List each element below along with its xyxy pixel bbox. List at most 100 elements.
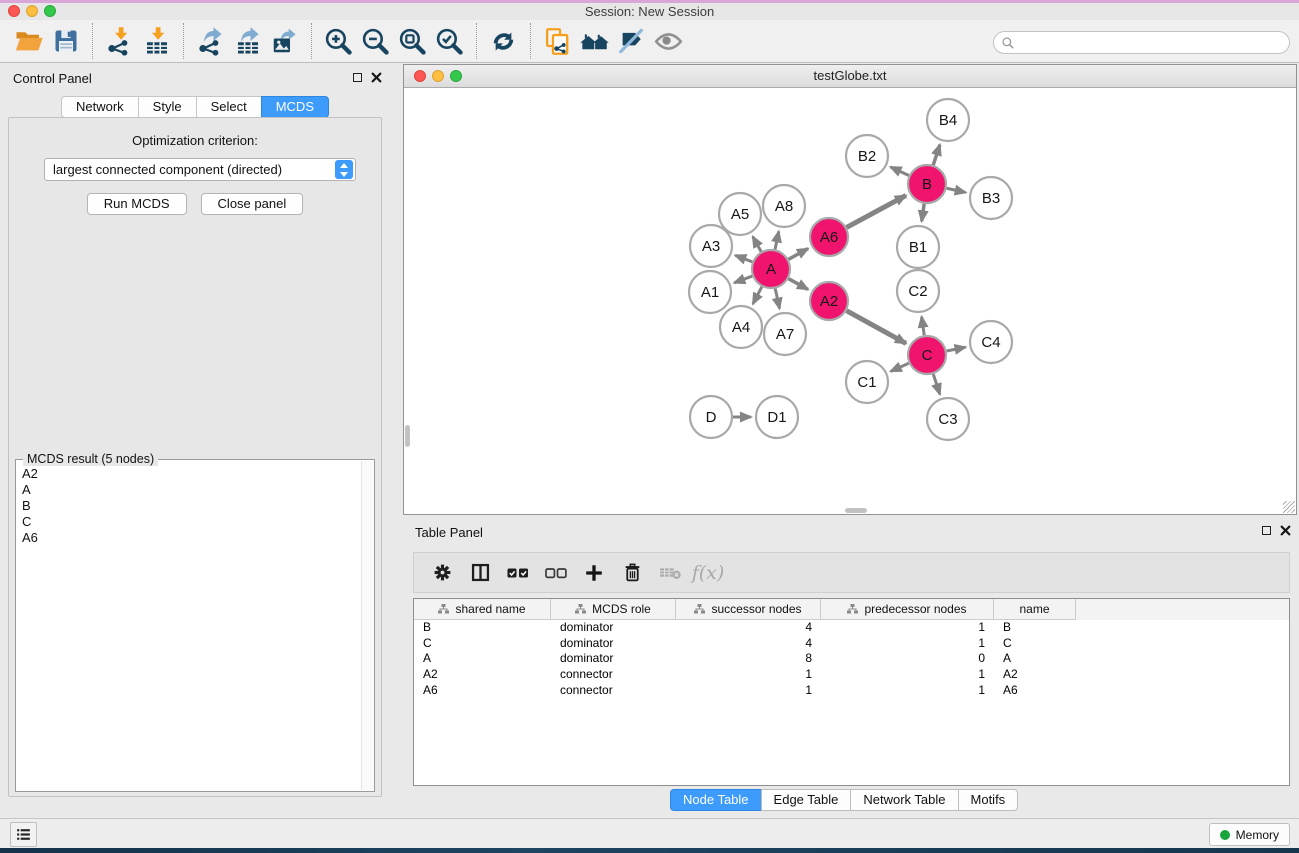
network-canvas[interactable]: B4B2BB3A5A8A6A3AB1A1C2A2A4A7C4CC1C3DD1: [404, 88, 1296, 514]
cell[interactable]: 1: [821, 683, 994, 699]
column-header-MCDS-role[interactable]: MCDS role: [551, 599, 676, 620]
table-row-A2[interactable]: A2connector11A2: [414, 667, 1289, 683]
open-folder-icon[interactable]: [10, 23, 47, 59]
network-edge-B-B2[interactable]: [891, 167, 909, 176]
network-edge-A-A2[interactable]: [789, 279, 808, 290]
network-node-D[interactable]: D: [690, 396, 732, 438]
table-row-C[interactable]: Cdominator41C: [414, 636, 1289, 652]
close-table-panel-icon[interactable]: [1280, 525, 1291, 536]
network-edge-C-C2[interactable]: [922, 317, 925, 335]
cell[interactable]: 1: [821, 667, 994, 683]
network-edge-C-C1[interactable]: [891, 363, 909, 371]
network-node-A4[interactable]: A4: [720, 306, 762, 348]
cell[interactable]: A2: [994, 667, 1076, 683]
network-node-B3[interactable]: B3: [970, 177, 1012, 219]
cell[interactable]: B: [414, 620, 551, 636]
tab-network[interactable]: Network: [61, 96, 138, 118]
float-table-panel-icon[interactable]: [1261, 525, 1272, 536]
close-panel-button[interactable]: Close panel: [201, 193, 304, 215]
resize-grip[interactable]: [1283, 501, 1295, 513]
zoom-selected-icon[interactable]: [431, 23, 468, 59]
cell[interactable]: A: [994, 651, 1076, 667]
cell[interactable]: A: [414, 651, 551, 667]
network-node-B2[interactable]: B2: [846, 135, 888, 177]
cell[interactable]: A2: [414, 667, 551, 683]
search-box[interactable]: [993, 31, 1290, 54]
network-edge-A-A5[interactable]: [753, 237, 761, 252]
horizontal-scrollbar-thumb[interactable]: [845, 508, 867, 513]
network-edge-A-A3[interactable]: [735, 255, 752, 262]
export-image-icon[interactable]: [266, 23, 303, 59]
clone-network-icon[interactable]: [539, 23, 576, 59]
network-node-B[interactable]: B: [908, 165, 946, 203]
network-node-A5[interactable]: A5: [719, 193, 761, 235]
search-input[interactable]: [1019, 34, 1289, 52]
cell[interactable]: 8: [676, 651, 821, 667]
column-header-predecessor-nodes[interactable]: predecessor nodes: [821, 599, 994, 620]
cell[interactable]: 4: [676, 620, 821, 636]
split-columns-icon[interactable]: [461, 557, 499, 589]
network-node-A6[interactable]: A6: [810, 218, 848, 256]
network-node-A1[interactable]: A1: [689, 271, 731, 313]
delete-icon[interactable]: [613, 557, 651, 589]
network-edge-A-A6[interactable]: [789, 249, 808, 260]
import-table-icon[interactable]: [138, 23, 175, 59]
network-edge-C-C3[interactable]: [933, 374, 940, 394]
network-node-A2[interactable]: A2: [810, 282, 848, 320]
network-edge-A-A4[interactable]: [753, 287, 762, 304]
tasks-list-button[interactable]: [10, 822, 37, 847]
cell[interactable]: dominator: [551, 620, 676, 636]
mcds-result-item[interactable]: B: [22, 498, 361, 514]
network-node-A8[interactable]: A8: [763, 185, 805, 227]
column-header-shared-name[interactable]: shared name: [414, 599, 551, 620]
tab-mcds[interactable]: MCDS: [261, 96, 329, 118]
column-header-successor-nodes[interactable]: successor nodes: [676, 599, 821, 620]
run-mcds-button[interactable]: Run MCDS: [87, 193, 187, 215]
network-node-A[interactable]: A: [752, 250, 790, 288]
export-table-icon[interactable]: [229, 23, 266, 59]
tab-node-table[interactable]: Node Table: [670, 789, 761, 811]
network-node-C[interactable]: C: [908, 336, 946, 374]
import-network-icon[interactable]: [101, 23, 138, 59]
save-icon[interactable]: [47, 23, 84, 59]
network-edge-A2-C[interactable]: [847, 311, 906, 344]
network-node-C4[interactable]: C4: [970, 321, 1012, 363]
network-edge-C-C4[interactable]: [947, 347, 966, 351]
cell[interactable]: A6: [994, 683, 1076, 699]
network-node-C3[interactable]: C3: [927, 398, 969, 440]
gear-icon[interactable]: [423, 557, 461, 589]
vertical-scrollbar-thumb[interactable]: [405, 425, 410, 447]
network-edge-A6-B[interactable]: [847, 195, 906, 227]
tab-select[interactable]: Select: [196, 96, 261, 118]
zoom-in-icon[interactable]: [320, 23, 357, 59]
network-window-titlebar[interactable]: testGlobe.txt: [404, 65, 1296, 88]
zoom-fit-icon[interactable]: [394, 23, 431, 59]
cell[interactable]: 4: [676, 636, 821, 652]
tab-motifs[interactable]: Motifs: [958, 789, 1019, 811]
mcds-result-item[interactable]: A6: [22, 530, 361, 546]
mcds-result-item[interactable]: A: [22, 482, 361, 498]
cell[interactable]: 1: [821, 620, 994, 636]
network-node-B1[interactable]: B1: [897, 226, 939, 268]
network-edge-A-A8[interactable]: [775, 231, 779, 249]
network-node-C2[interactable]: C2: [897, 270, 939, 312]
result-scrollbar[interactable]: [361, 461, 374, 790]
table-row-B[interactable]: Bdominator41B: [414, 620, 1289, 636]
cell[interactable]: 1: [676, 683, 821, 699]
tab-edge-table[interactable]: Edge Table: [761, 789, 851, 811]
cell[interactable]: 0: [821, 651, 994, 667]
table-row-A6[interactable]: A6connector11A6: [414, 683, 1289, 699]
cell[interactable]: A6: [414, 683, 551, 699]
table-row-A[interactable]: Adominator80A: [414, 651, 1289, 667]
network-node-C1[interactable]: C1: [846, 361, 888, 403]
memory-button[interactable]: Memory: [1209, 823, 1290, 846]
network-edge-B-B3[interactable]: [947, 188, 966, 192]
mcds-result-item[interactable]: C: [22, 514, 361, 530]
cell[interactable]: 1: [821, 636, 994, 652]
cell[interactable]: 1: [676, 667, 821, 683]
cell[interactable]: dominator: [551, 651, 676, 667]
export-network-icon[interactable]: [192, 23, 229, 59]
network-edge-B-B1[interactable]: [922, 204, 924, 221]
column-header-name[interactable]: name: [994, 599, 1076, 620]
network-node-A3[interactable]: A3: [690, 225, 732, 267]
